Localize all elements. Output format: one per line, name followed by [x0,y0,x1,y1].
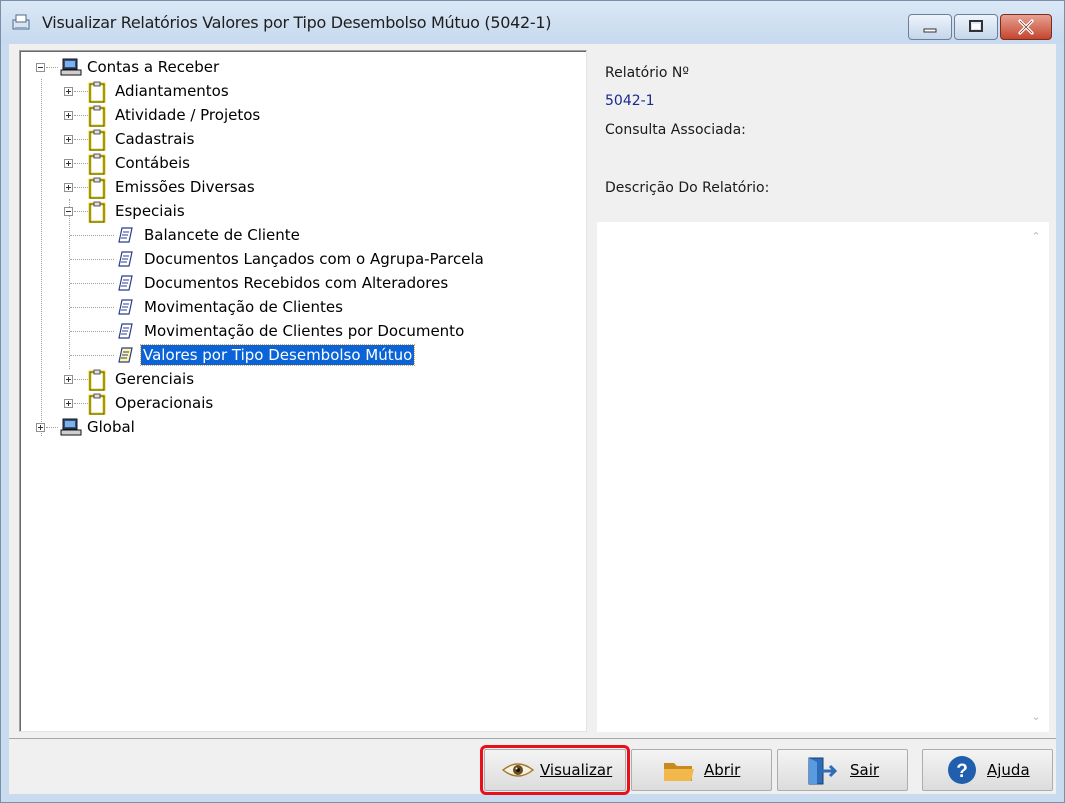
scroll-down-icon[interactable]: ⌄ [1029,710,1043,724]
ajuda-label: Ajuda [987,761,1030,779]
tree-node-report[interactable]: Documentos Recebidos com Alteradores [20,273,580,295]
tree-node-report[interactable]: Documentos Lançados com o Agrupa-Parcela [20,249,580,271]
clipboard-folder-icon [88,81,106,103]
abrir-button[interactable]: Abrir [631,749,772,791]
report-document-icon [118,251,133,267]
dialog-client-area: Contas a Receber Adiantamentos Atividade … [9,44,1056,795]
report-document-icon [118,227,133,243]
clipboard-folder-icon [88,177,106,199]
scroll-up-icon[interactable]: ⌃ [1029,230,1043,244]
expand-toggle[interactable] [64,399,73,408]
tree-node-label: Contábeis [115,154,190,172]
tree-node-label: Documentos Recebidos com Alteradores [144,274,449,292]
tree-node-contas-a-receber[interactable]: Contas a Receber [20,57,580,79]
report-tree[interactable]: Contas a Receber Adiantamentos Atividade … [19,50,587,732]
tree-node-folder[interactable]: Operacionais [20,393,580,415]
svg-text:?: ? [956,761,968,782]
tree-node-report[interactable]: Balancete de Cliente [20,225,580,247]
report-document-icon [118,275,133,291]
report-app-icon [12,14,30,30]
close-button[interactable] [1000,14,1052,40]
collapse-toggle[interactable] [64,207,73,216]
tree-node-label: Gerenciais [115,370,195,388]
clipboard-folder-icon [88,153,106,175]
report-number-value: 5042-1 [605,93,655,109]
report-viewer-window: Visualizar Relatórios Valores por Tipo D… [0,0,1065,803]
tree-node-folder[interactable]: Adiantamentos [20,81,580,103]
collapse-toggle[interactable] [36,63,45,72]
tree-node-label: Movimentação de Clientes [144,298,343,316]
visualizar-label: Visualizar [540,761,613,779]
clipboard-folder-icon [88,393,106,415]
help-icon: ? [948,756,976,784]
sair-button[interactable]: Sair [777,749,908,791]
clipboard-folder-icon [88,129,106,151]
report-number-label: Relatório Nº [605,65,689,81]
expand-toggle[interactable] [64,111,73,120]
eye-icon [501,763,535,777]
expand-toggle[interactable] [64,159,73,168]
report-document-icon [118,299,133,315]
title-bar: Visualizar Relatórios Valores por Tipo D… [1,1,1064,43]
clipboard-folder-icon [88,201,106,223]
expand-toggle[interactable] [64,375,73,384]
tree-node-label: Operacionais [115,394,214,412]
tree-node-folder[interactable]: Especiais [20,201,580,223]
tree-node-folder[interactable]: Gerenciais [20,369,580,391]
expand-toggle[interactable] [64,87,73,96]
tree-node-label: Global [87,418,135,436]
visualizar-button[interactable]: Visualizar [480,745,630,795]
maximize-button[interactable] [954,14,998,40]
tree-node-label: Documentos Lançados com o Agrupa-Parcela [144,250,484,268]
tree-node-folder[interactable]: Cadastrais [20,129,580,151]
expand-toggle[interactable] [64,183,73,192]
folder-icon [664,763,694,781]
tree-node-label: Adiantamentos [115,82,229,100]
report-details-panel: Relatório Nº 5042-1 Consulta Associada: … [595,50,1052,732]
close-icon [1018,19,1034,35]
button-bar: Visualizar Abrir Sair ? Ajuda [9,738,1056,795]
minimize-button[interactable] [908,14,952,40]
sair-label: Sair [850,761,880,779]
expand-toggle[interactable] [64,135,73,144]
computer-icon [60,58,82,76]
clipboard-folder-icon [88,105,106,127]
tree-node-label: Movimentação de Clientes por Documento [144,322,465,340]
tree-node-label: Emissões Diversas [115,178,255,196]
clipboard-folder-icon [88,369,106,391]
ajuda-button[interactable]: ? Ajuda [922,749,1053,791]
abrir-label: Abrir [704,761,741,779]
maximize-icon [969,20,983,32]
tree-node-label: Valores por Tipo Desembolso Mútuo [139,344,416,366]
tree-node-label: Atividade / Projetos [115,106,261,124]
report-document-icon [118,323,133,339]
exit-door-icon [808,757,838,785]
report-description-box[interactable]: ⌃ ⌄ [597,222,1049,732]
tree-node-global[interactable]: Global [20,417,580,439]
tree-node-folder[interactable]: Contábeis [20,153,580,175]
tree-node-report[interactable]: Movimentação de Clientes [20,297,580,319]
tree-node-label: Cadastrais [115,130,195,148]
tree-node-report[interactable]: Movimentação de Clientes por Documento [20,321,580,343]
minimize-icon [923,28,937,33]
tree-node-label: Especiais [115,202,185,220]
tree-node-folder[interactable]: Atividade / Projetos [20,105,580,127]
report-document-icon [118,347,133,363]
window-title: Visualizar Relatórios Valores por Tipo D… [42,13,552,32]
tree-node-label: Balancete de Cliente [144,226,300,244]
associated-query-label: Consulta Associada: [605,122,746,138]
computer-icon [60,418,82,436]
report-description-label: Descrição Do Relatório: [605,180,770,196]
tree-node-folder[interactable]: Emissões Diversas [20,177,580,199]
tree-node-report-selected[interactable]: Valores por Tipo Desembolso Mútuo [20,344,580,367]
tree-node-label: Contas a Receber [87,58,220,76]
expand-toggle[interactable] [36,423,45,432]
